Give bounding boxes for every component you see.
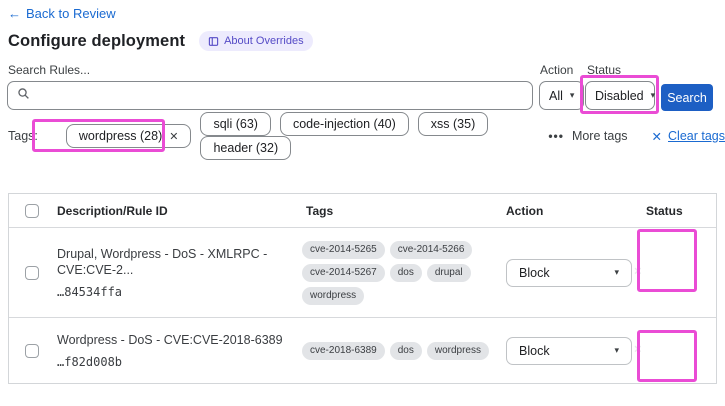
rule-tag-chips: cve-2018-6389 dos wordpress	[302, 341, 498, 360]
search-icon	[17, 87, 30, 105]
status-label: Status	[587, 63, 622, 77]
page-title: Configure deployment	[8, 31, 186, 50]
table-body: Drupal, Wordpress - DoS - XMLRPC - CVE:C…	[9, 228, 716, 383]
configure-deployment-page: ← Back to Review Configure deployment Ab…	[0, 0, 725, 406]
status-dropdown[interactable]: Disabled ▾	[585, 81, 655, 110]
clear-tags-x-icon: ✕	[651, 129, 663, 144]
column-header-action: Action	[506, 203, 544, 218]
tags-bar: Tags: wordpress (28) ✕ sqli (63) code-inj…	[8, 112, 725, 160]
back-link-label: Back to Review	[26, 6, 116, 21]
tag-chip: cve-2018-6389	[302, 341, 385, 360]
more-tags-label: More tags	[571, 129, 628, 143]
toggle-knob	[650, 265, 668, 284]
column-header-description: Description/Rule ID	[57, 203, 168, 218]
action-select[interactable]: Block ▾	[506, 336, 632, 365]
more-tags-button[interactable]: ••• More tags	[548, 129, 627, 143]
column-header-tags: Tags	[306, 203, 334, 218]
back-to-review-link[interactable]: ← Back to Review	[8, 6, 116, 21]
search-rules-label: Search Rules...	[8, 63, 91, 77]
search-rules-input[interactable]	[37, 88, 523, 103]
ellipsis-icon: •••	[548, 129, 564, 143]
tag-chip: wordpress	[426, 341, 489, 360]
about-overrides-badge[interactable]: About Overrides	[199, 31, 313, 51]
clear-tags-label: Clear tags	[668, 129, 725, 143]
chevron-down-icon: ▾	[614, 267, 619, 277]
rule-description: Drupal, Wordpress - DoS - XMLRPC - CVE:C…	[57, 247, 268, 277]
tag-chip: cve-2014-5266	[389, 240, 473, 259]
row-checkbox[interactable]	[25, 343, 39, 358]
tag-chip: cve-2014-5267	[302, 263, 385, 282]
tag-pill-list: sqli (63) code-injection (40) xss (35) head…	[200, 112, 540, 160]
remove-tag-icon[interactable]: ✕	[169, 130, 178, 143]
clear-tags-link[interactable]: ✕ Clear tags	[652, 129, 725, 144]
back-arrow-icon: ←	[8, 6, 21, 21]
row-checkbox[interactable]	[25, 265, 39, 280]
chevron-down-icon: ▾	[569, 90, 575, 100]
action-select[interactable]: Block ▾	[506, 258, 632, 287]
title-row: Configure deployment About Overrides	[8, 31, 313, 51]
column-header-status: Status	[646, 203, 683, 218]
select-all-checkbox[interactable]	[25, 203, 39, 218]
book-icon	[208, 36, 219, 47]
table-row: Drupal, Wordpress - DoS - XMLRPC - CVE:C…	[9, 228, 716, 318]
action-label: Action	[540, 63, 574, 77]
toggle-x-icon: ✕	[633, 344, 642, 356]
tag-pill[interactable]: code-injection (40)	[279, 112, 409, 136]
search-button[interactable]: Search	[661, 84, 713, 111]
tags-label: Tags:	[8, 129, 38, 143]
rules-table: Description/Rule ID Tags Action Status D…	[8, 193, 717, 384]
rule-id: …84534ffa	[57, 285, 123, 299]
search-input-container[interactable]	[7, 81, 533, 110]
rule-tag-chips: cve-2014-5265 cve-2014-5266 cve-2014-5267 d…	[302, 240, 498, 305]
status-dropdown-value: Disabled	[595, 88, 644, 103]
rule-description: Wordpress - DoS - CVE:CVE-2018-6389	[57, 333, 283, 347]
tag-pill-label: wordpress (28)	[78, 129, 163, 143]
action-dropdown[interactable]: All ▾	[539, 81, 585, 110]
about-overrides-label: About Overrides	[224, 35, 304, 47]
toggle-x-icon: ✕	[633, 266, 642, 278]
tag-chip: dos	[389, 341, 422, 360]
action-select-value: Block	[519, 265, 550, 280]
rule-id: …f82d008b	[57, 355, 123, 369]
table-row: Wordpress - DoS - CVE:CVE-2018-6389 …f82…	[9, 318, 716, 383]
chevron-down-icon: ▾	[614, 345, 619, 355]
tag-chip: wordpress	[302, 286, 365, 305]
tag-pill-wordpress-selected[interactable]: wordpress (28) ✕	[65, 124, 192, 148]
chevron-down-icon: ▾	[650, 90, 656, 100]
tag-chip: dos	[389, 263, 422, 282]
action-select-value: Block	[519, 343, 550, 358]
tag-pill[interactable]: xss (35)	[417, 112, 489, 136]
tag-chip: cve-2014-5265	[302, 240, 385, 259]
tag-pill[interactable]: header (32)	[200, 136, 292, 160]
action-dropdown-value: All	[549, 88, 563, 103]
table-header-row: Description/Rule ID Tags Action Status	[9, 194, 716, 228]
tag-pill[interactable]: sqli (63)	[200, 112, 271, 136]
tag-chip: drupal	[426, 263, 471, 282]
toggle-knob	[650, 343, 668, 362]
